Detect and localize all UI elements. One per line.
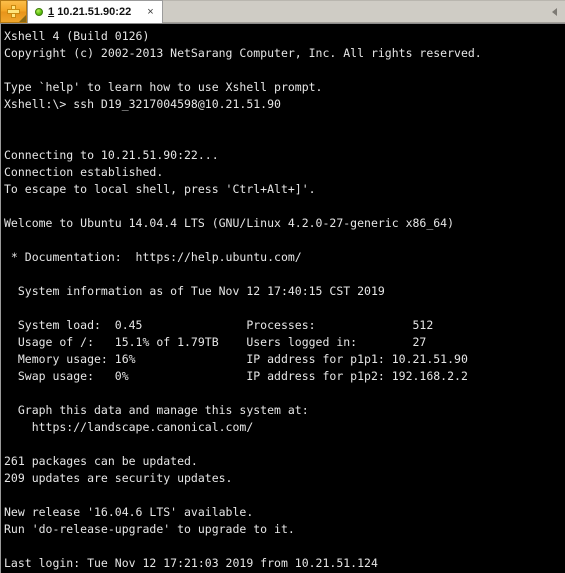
tab-strip: 1 10.21.51.90:22 ×: [27, 0, 565, 23]
terminal-line: 209 updates are security updates.: [4, 471, 233, 485]
terminal-line: Graph this data and manage this system a…: [4, 403, 309, 417]
terminal-line: Connecting to 10.21.51.90:22...: [4, 148, 219, 162]
scroll-left-icon[interactable]: [552, 7, 557, 16]
terminal-line: Xshell 4 (Build 0126): [4, 29, 150, 43]
terminal-line: 261 packages can be updated.: [4, 454, 198, 468]
tab-bar-empty-area: [162, 0, 565, 23]
connection-status-icon: [35, 8, 43, 16]
new-tab-dropdown-corner-icon[interactable]: [19, 15, 26, 22]
terminal-line: Xshell:\> ssh D19_3217004598@10.21.51.90: [4, 97, 281, 111]
tab-index: 1: [48, 6, 55, 18]
terminal-line: Last login: Tue Nov 12 17:21:03 2019 fro…: [4, 556, 378, 570]
terminal-line: Run 'do-release-upgrade' to upgrade to i…: [4, 522, 295, 536]
close-icon[interactable]: ×: [144, 6, 156, 18]
terminal-line: To escape to local shell, press 'Ctrl+Al…: [4, 182, 316, 196]
terminal-line: Welcome to Ubuntu 14.04.4 LTS (GNU/Linux…: [4, 216, 455, 230]
new-tab-button[interactable]: [0, 0, 27, 23]
terminal-line: Copyright (c) 2002-2013 NetSarang Comput…: [4, 46, 482, 60]
tab-bar: 1 10.21.51.90:22 ×: [0, 0, 565, 24]
terminal-line: System information as of Tue Nov 12 17:4…: [4, 284, 385, 298]
terminal-line: https://landscape.canonical.com/: [4, 420, 254, 434]
terminal-line: System load: 0.45 Processes: 512: [4, 318, 434, 332]
terminal-line: Connection established.: [4, 165, 164, 179]
terminal-line: Type `help' to learn how to use Xshell p…: [4, 80, 323, 94]
terminal-line: Memory usage: 16% IP address for p1p1: 1…: [4, 352, 468, 366]
terminal-output[interactable]: Xshell 4 (Build 0126) Copyright (c) 2002-…: [0, 24, 565, 573]
session-tab-label: 1 10.21.51.90:22: [48, 6, 131, 18]
terminal-line: New release '16.04.6 LTS' available.: [4, 505, 254, 519]
terminal-line: Swap usage: 0% IP address for p1p2: 192.…: [4, 369, 468, 383]
terminal-line: * Documentation: https://help.ubuntu.com…: [4, 250, 302, 264]
session-tab-1[interactable]: 1 10.21.51.90:22 ×: [27, 0, 163, 23]
tab-host-label: 10.21.51.90:22: [57, 6, 132, 18]
terminal-line: Usage of /: 15.1% of 1.79TB Users logged…: [4, 335, 427, 349]
